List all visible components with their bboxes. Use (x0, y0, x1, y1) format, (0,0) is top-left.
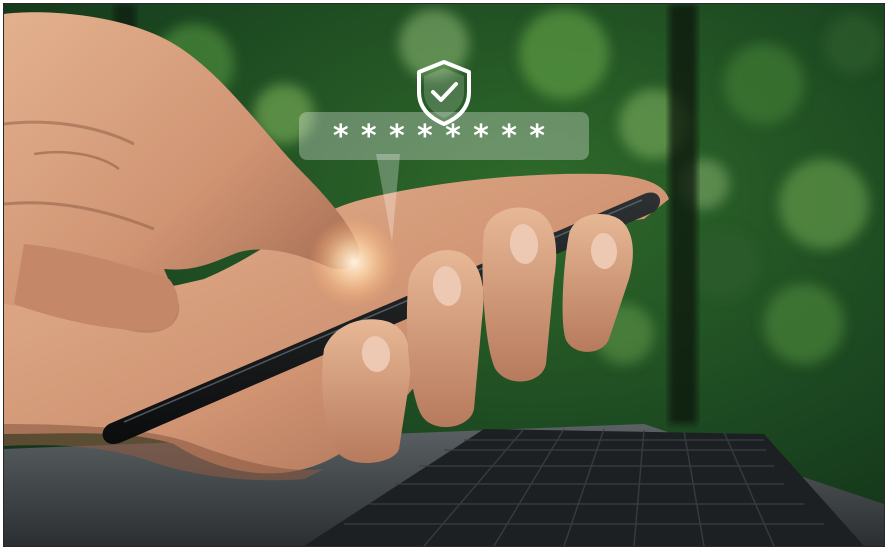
photo-frame: ******** (3, 3, 885, 547)
window-post (669, 4, 697, 424)
touch-glow (309, 217, 399, 307)
photo-scene: ******** (4, 4, 884, 546)
